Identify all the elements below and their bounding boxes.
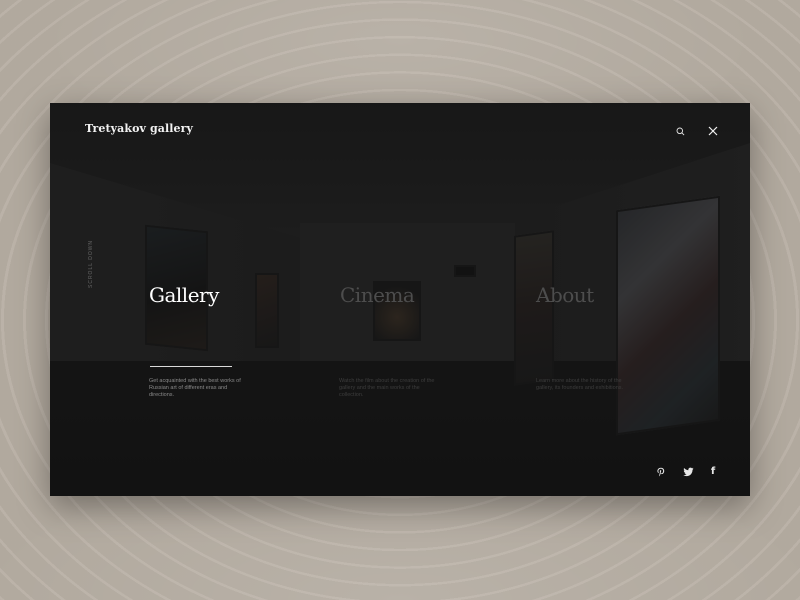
search-button[interactable]: [672, 123, 688, 139]
twitter-icon: [682, 467, 693, 477]
app-window: Tretyakov gallery SCROLL DOWN Gallery Ci…: [50, 103, 750, 496]
pinterest-icon: [657, 467, 665, 477]
menu-item-about[interactable]: About: [536, 283, 594, 307]
close-icon: [708, 126, 718, 136]
pinterest-link[interactable]: [655, 466, 667, 478]
menu-item-cinema[interactable]: Cinema: [340, 283, 415, 307]
search-icon: [676, 127, 684, 135]
active-menu-underline: [150, 366, 232, 367]
menu-description-cinema: Watch the film about the creation of the…: [339, 378, 435, 398]
menu-description-about: Learn more about the history of the gall…: [536, 378, 624, 391]
brand-logo[interactable]: Tretyakov gallery: [85, 122, 193, 135]
twitter-link[interactable]: [682, 466, 694, 478]
facebook-icon: f: [710, 466, 716, 477]
facebook-link[interactable]: f: [707, 466, 719, 478]
scroll-hint: SCROLL DOWN: [88, 239, 94, 288]
close-button[interactable]: [705, 123, 721, 139]
menu-description-gallery: Get acquainted with the best works of Ru…: [149, 378, 241, 398]
menu-item-gallery[interactable]: Gallery: [149, 283, 219, 307]
